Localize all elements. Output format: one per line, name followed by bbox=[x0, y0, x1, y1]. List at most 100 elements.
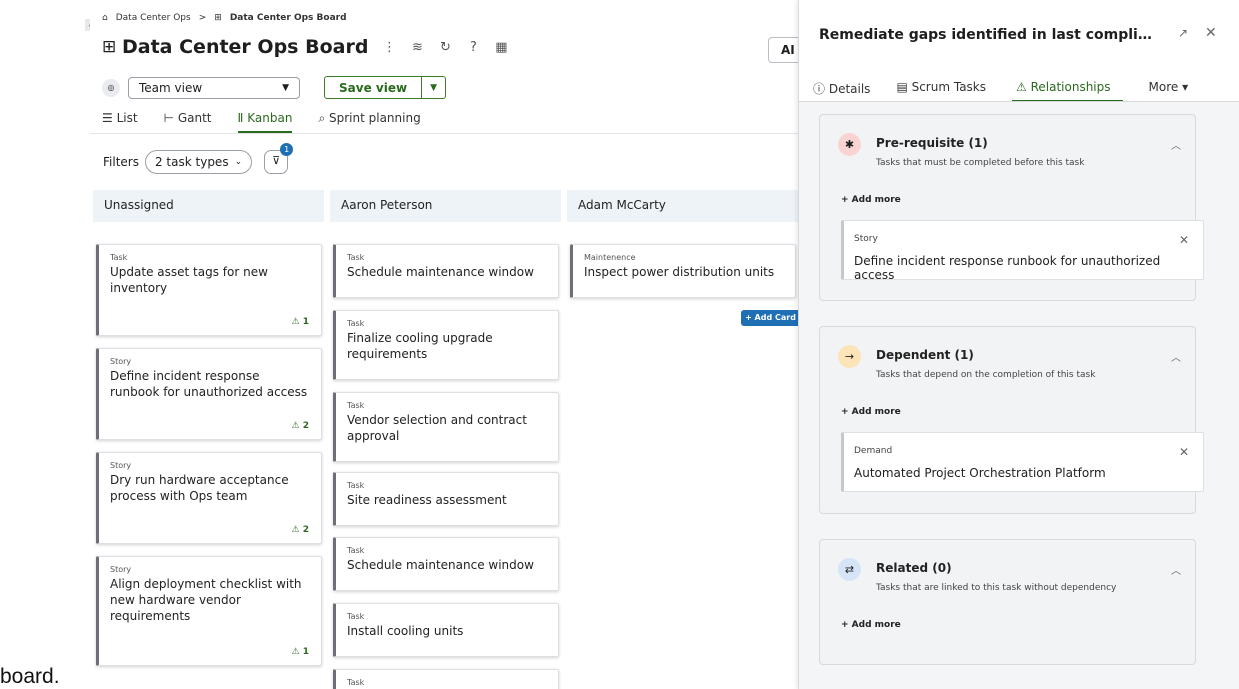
card-title: Site readiness assessment bbox=[347, 493, 507, 507]
add-more-link[interactable]: + Add more bbox=[841, 407, 901, 417]
sprint-planning-icon: ⌕ bbox=[318, 111, 329, 125]
card-type: Task bbox=[347, 253, 365, 262]
save-view-button[interactable]: Save view bbox=[325, 77, 421, 98]
swap-icon: ⇄ bbox=[838, 558, 861, 581]
related-task-type: Demand bbox=[854, 446, 893, 456]
ai-button[interactable]: AI bbox=[768, 37, 802, 63]
kanban-card[interactable]: Task Vendor selection and contract approv… bbox=[333, 392, 559, 462]
related-task-name: Define incident response runbook for una… bbox=[854, 254, 1161, 282]
card-type: Task bbox=[347, 546, 365, 555]
related-task-card[interactable]: Story Define incident response runbook fo… bbox=[841, 220, 1204, 282]
card-type: Story bbox=[110, 461, 132, 470]
caret-down-icon: ▾ bbox=[1178, 80, 1189, 94]
tab-label: Sprint planning bbox=[329, 111, 421, 125]
board-icon: ⊞ bbox=[102, 37, 117, 57]
section-description: Tasks that must be completed before this… bbox=[876, 158, 1085, 168]
kanban-column: Adam McCarty Maintenence Inspect power dis… bbox=[567, 190, 798, 689]
funnel-icon: ⊽ bbox=[272, 154, 281, 167]
relationship-count-value: 2 bbox=[302, 525, 309, 535]
panel-tab-more[interactable]: More ▾ bbox=[1149, 80, 1189, 102]
settings-sliders-icon[interactable]: ≋ bbox=[410, 40, 424, 55]
panel-tab-relationships[interactable]: ⚠ Relationships bbox=[1012, 80, 1123, 102]
kanban-card[interactable]: Maintenence Inspect power distribution un… bbox=[570, 244, 796, 298]
relationship-section: → Dependent (1) Tasks that depend on the c… bbox=[819, 326, 1204, 514]
card-type: Task bbox=[347, 401, 365, 410]
relationship-count[interactable]: ⚠ 2 bbox=[292, 421, 309, 431]
filters-label: Filters bbox=[103, 155, 139, 169]
breadcrumb-root[interactable]: Data Center Ops bbox=[116, 13, 191, 23]
relationship-icon: ⚠ bbox=[291, 317, 303, 327]
refresh-icon[interactable]: ↻ bbox=[438, 40, 452, 55]
chevron-up-icon[interactable]: ︿ bbox=[1171, 349, 1181, 364]
filters-bar: Filters 2 task types ⌄ ⊽ 1 bbox=[103, 143, 294, 174]
tab-kanban[interactable]: Ⅱ Kanban bbox=[237, 111, 293, 133]
kanban-card[interactable]: Task Site readiness assessment bbox=[333, 472, 559, 526]
section-heading: Related (0) bbox=[876, 561, 952, 575]
kanban-card[interactable]: Task Schedule maintenance window bbox=[333, 244, 559, 298]
kanban-card[interactable]: Task Update asset tags for new inventory ⚠… bbox=[96, 244, 322, 336]
kanban-card[interactable]: Story Define incident response runbook fo… bbox=[96, 348, 322, 440]
close-icon[interactable]: ✕ bbox=[1205, 25, 1217, 41]
board-icon: ⊞ bbox=[214, 13, 222, 23]
kanban-card[interactable]: Task Schedule maintenance window bbox=[333, 537, 559, 591]
chevron-down-icon: ▼ bbox=[282, 82, 289, 93]
panel-tab-label: Relationships bbox=[1030, 80, 1111, 94]
open-external-icon[interactable]: ↗ bbox=[1178, 26, 1188, 40]
kanban-card[interactable]: Story Dry run hardware acceptance process… bbox=[96, 452, 322, 544]
kanban-column: Unassigned Task Update asset tags for new … bbox=[93, 190, 324, 689]
add-more-link[interactable]: + Add more bbox=[841, 620, 901, 630]
chevron-up-icon[interactable]: ︿ bbox=[1171, 562, 1181, 577]
kanban-icon: Ⅱ bbox=[237, 111, 248, 125]
panel-tab-details[interactable]: ⓘ Details bbox=[813, 80, 870, 102]
card-type: Task bbox=[110, 253, 128, 262]
save-view-dropdown-icon[interactable]: ▼ bbox=[421, 77, 445, 98]
chevron-down-icon: ⌄ bbox=[234, 157, 243, 167]
section-description: Tasks that are linked to this task witho… bbox=[876, 583, 1117, 593]
calendar-settings-icon[interactable]: ▦ bbox=[494, 40, 508, 55]
card-type: Story bbox=[110, 357, 132, 366]
kanban-card[interactable]: Story Align deployment checklist with new… bbox=[96, 556, 322, 666]
binoculars-icon[interactable]: ◎ bbox=[102, 78, 120, 97]
kanban-card[interactable]: Task bbox=[333, 669, 559, 689]
more-vertical-icon[interactable]: ⋮ bbox=[382, 40, 396, 55]
kanban-column: Aaron Peterson Task Schedule maintenance w… bbox=[330, 190, 561, 689]
relationships-body: ✱ Pre-requisite (1) Tasks that must be com… bbox=[799, 102, 1239, 689]
gantt-icon: ⊢ bbox=[163, 111, 178, 125]
panel-tab-scrum-tasks[interactable]: ▤ Scrum Tasks bbox=[896, 80, 986, 102]
related-task-card[interactable]: Demand Automated Project Orchestration Pl… bbox=[841, 432, 1204, 492]
relationship-icon: ⚠ bbox=[291, 647, 303, 657]
kanban-card[interactable]: Task Finalize cooling upgrade requirement… bbox=[333, 310, 559, 380]
panel-tab-label: Scrum Tasks bbox=[911, 80, 987, 94]
add-card-button[interactable]: + Add Card bbox=[741, 310, 798, 326]
remove-icon[interactable]: ✕ bbox=[1179, 445, 1189, 459]
relationship-section: ⇄ Related (0) Tasks that are linked to thi… bbox=[819, 539, 1196, 665]
filter-funnel-button[interactable]: ⊽ 1 bbox=[264, 143, 294, 174]
view-tabs: ☰ List ⊢ Gantt Ⅱ Kanban ⌕ Sprint planning bbox=[102, 111, 421, 133]
filter-pill[interactable]: 2 task types ⌄ bbox=[144, 150, 253, 174]
relationships-icon: ⚠ bbox=[1016, 80, 1031, 94]
card-type: Task bbox=[347, 612, 365, 621]
tab-gantt[interactable]: ⊢ Gantt bbox=[164, 111, 212, 133]
tab-list[interactable]: ☰ List bbox=[102, 111, 138, 133]
card-title: Define incident response runbook for una… bbox=[110, 369, 308, 399]
view-row: ◎ Team view ▼ Save view ▼ bbox=[102, 76, 447, 99]
relationship-count-value: 2 bbox=[302, 421, 309, 431]
breadcrumb-separator: > bbox=[198, 13, 207, 23]
kanban-card[interactable]: Task Install cooling units bbox=[333, 603, 559, 657]
tab-sprint-planning[interactable]: ⌕ Sprint planning bbox=[318, 111, 420, 133]
breadcrumb-current: Data Center Ops Board bbox=[229, 13, 347, 23]
card-type: Task bbox=[347, 319, 365, 328]
divider bbox=[90, 133, 798, 134]
section-heading: Pre-requisite (1) bbox=[876, 136, 988, 150]
relationship-count[interactable]: ⚠ 1 bbox=[292, 647, 309, 657]
help-icon[interactable]: ? bbox=[466, 40, 480, 55]
view-select[interactable]: Team view ▼ bbox=[128, 76, 300, 99]
scrum-tasks-icon: ▤ bbox=[896, 80, 912, 94]
card-type: Maintenence bbox=[584, 253, 636, 262]
tab-label: List bbox=[116, 111, 138, 125]
relationship-count[interactable]: ⚠ 2 bbox=[292, 525, 309, 535]
add-more-link[interactable]: + Add more bbox=[841, 195, 901, 205]
chevron-up-icon[interactable]: ︿ bbox=[1171, 137, 1181, 152]
remove-icon[interactable]: ✕ bbox=[1179, 233, 1189, 247]
relationship-count[interactable]: ⚠ 1 bbox=[292, 317, 309, 327]
